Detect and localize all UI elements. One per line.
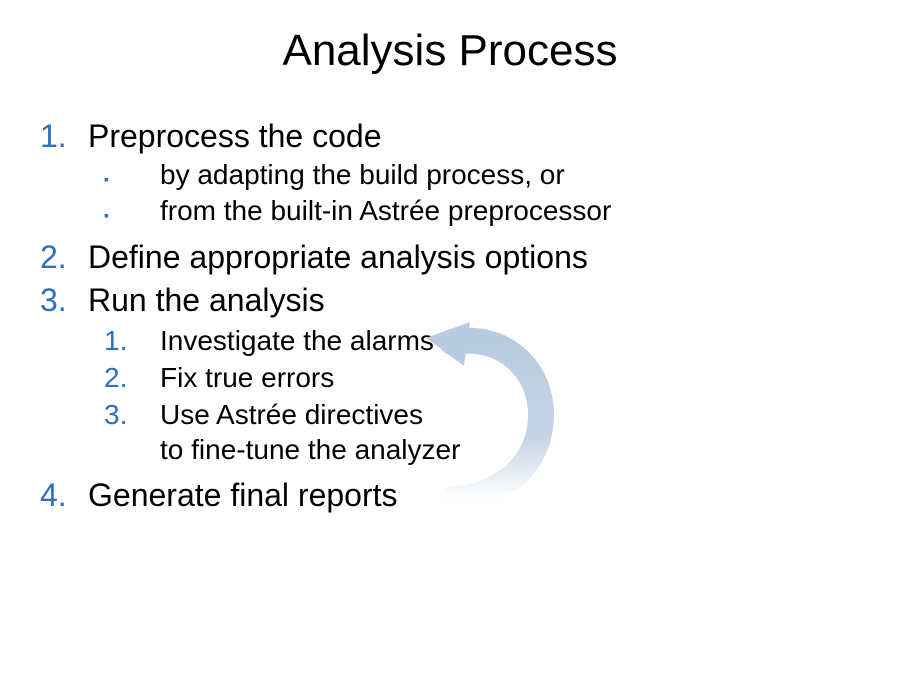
list-item-4: 4. Generate final reports <box>40 477 860 514</box>
list-text: Generate final reports <box>88 477 398 514</box>
sub-item-bullet: ▪ from the built-in Astrée preprocessor <box>104 195 860 229</box>
sub-text: by adapting the build process, or <box>160 159 565 191</box>
bullet-icon: ▪ <box>104 165 160 193</box>
sub-number: 3. <box>104 399 160 431</box>
list-text: Preprocess the code <box>88 118 382 155</box>
list-text: Run the analysis <box>88 282 325 319</box>
list-number: 2. <box>40 239 88 276</box>
sub-item-bullet: ▪ by adapting the build process, or <box>104 159 860 193</box>
list-item-2: 2. Define appropriate analysis options <box>40 239 860 276</box>
list-number: 4. <box>40 477 88 514</box>
sub-number: 1. <box>104 325 160 357</box>
list-item-3: 3. Run the analysis <box>40 282 860 319</box>
sub-item-number: 2. Fix true errors <box>104 360 860 395</box>
sub-number: 2. <box>104 362 160 394</box>
sub-text: from the built-in Astrée preprocessor <box>160 195 611 227</box>
sub-item-number: 1. Investigate the alarms <box>104 323 860 358</box>
list-item-1: 1. Preprocess the code <box>40 118 860 155</box>
slide-title: Analysis Process <box>0 26 900 76</box>
slide: Analysis Process 1. Preprocess the code … <box>0 0 900 674</box>
sub-text: Investigate the alarms <box>160 323 434 358</box>
list-number: 3. <box>40 282 88 319</box>
bullet-icon: ▪ <box>104 201 160 229</box>
sublist-1: ▪ by adapting the build process, or ▪ fr… <box>104 159 860 229</box>
slide-content: 1. Preprocess the code ▪ by adapting the… <box>40 112 860 518</box>
sub-text: Fix true errors <box>160 360 334 395</box>
list-number: 1. <box>40 118 88 155</box>
sub-text: Use Astrée directives to fine-tune the a… <box>160 397 460 467</box>
sublist-3: 1. Investigate the alarms 2. Fix true er… <box>104 323 860 467</box>
sub-item-number: 3. Use Astrée directives to fine-tune th… <box>104 397 860 467</box>
list-text: Define appropriate analysis options <box>88 239 588 276</box>
